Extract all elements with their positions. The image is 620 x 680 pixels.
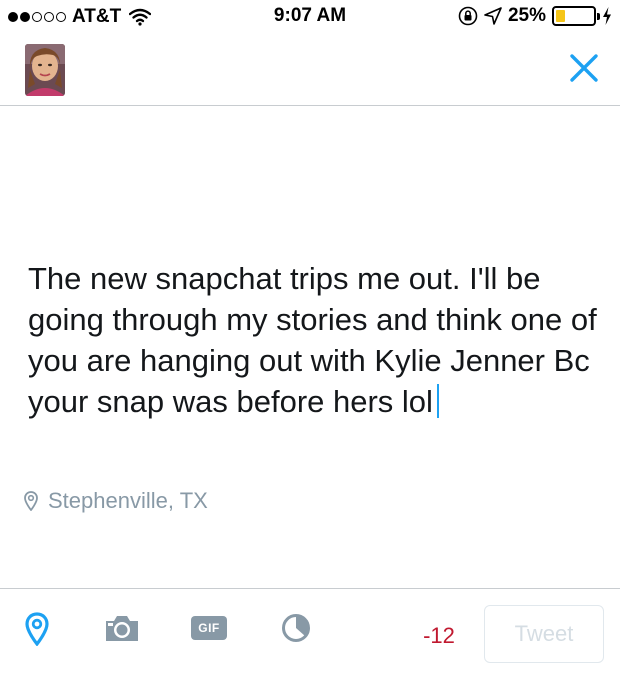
- poll-icon: [282, 614, 310, 642]
- camera-button[interactable]: [102, 611, 142, 645]
- compose-header: [0, 36, 620, 106]
- camera-icon: [106, 616, 138, 641]
- battery-nub: [597, 13, 600, 20]
- gif-button[interactable]: GIF: [190, 611, 228, 645]
- location-name: Stephenville, TX: [48, 488, 208, 513]
- battery-percentage: 25%: [507, 5, 546, 26]
- orientation-lock-icon: [458, 6, 478, 26]
- text-cursor: [436, 384, 440, 418]
- location-pin-icon: [24, 491, 38, 511]
- battery-icon: [552, 6, 600, 26]
- battery-level: [556, 10, 565, 22]
- tweet-text: The new snapchat trips me out. I'll be g…: [28, 261, 597, 419]
- compose-toolbar: GIF -12 Tweet: [0, 588, 620, 680]
- status-right: 25%: [458, 5, 612, 27]
- character-count: -12: [423, 623, 455, 648]
- location-pin-icon: [25, 612, 49, 646]
- gif-icon: GIF: [191, 616, 227, 640]
- tweet-text-area[interactable]: The new snapchat trips me out. I'll be g…: [28, 258, 604, 422]
- status-bar: AT&T 9:07 AM 25%: [0, 0, 620, 36]
- close-icon[interactable]: [566, 50, 602, 86]
- tweet-button[interactable]: Tweet: [484, 605, 604, 663]
- avatar-image: [25, 44, 65, 96]
- gif-label: GIF: [198, 621, 220, 635]
- location-services-icon: [484, 7, 502, 25]
- location-button[interactable]: [24, 611, 50, 647]
- charging-bolt-icon: [603, 7, 611, 25]
- avatar[interactable]: [25, 44, 65, 96]
- poll-button[interactable]: [280, 611, 312, 645]
- location-tag[interactable]: Stephenville, TX: [24, 488, 208, 514]
